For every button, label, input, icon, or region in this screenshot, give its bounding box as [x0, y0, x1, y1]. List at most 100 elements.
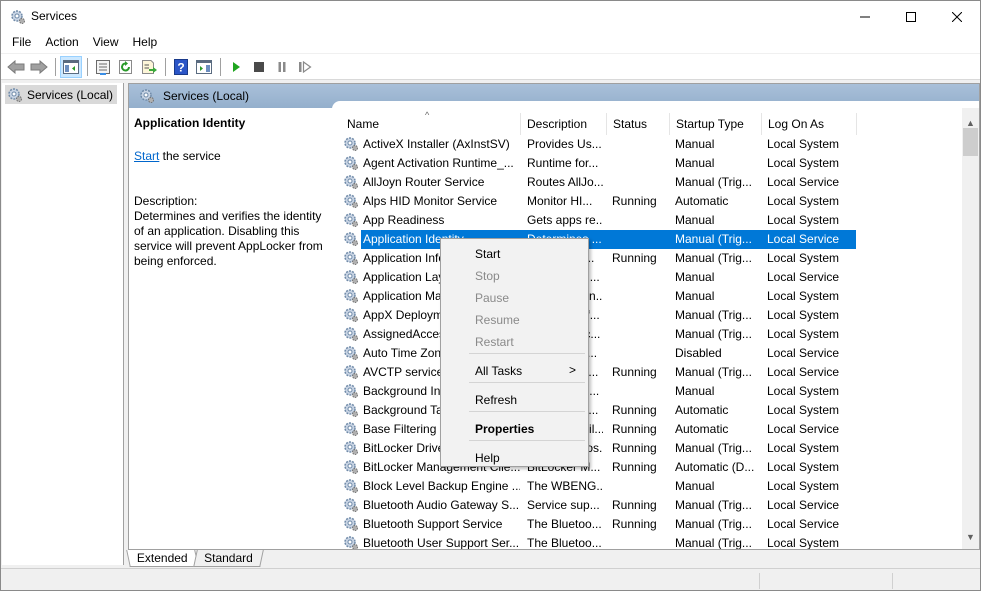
service-gear-icon	[343, 269, 359, 285]
service-status: Running	[612, 403, 657, 417]
column-header-log-on-as[interactable]: Log On As	[762, 113, 857, 135]
service-row[interactable]: BitLocker Drive Encryption ...BDESVC hos…	[335, 439, 961, 458]
pause-service-button[interactable]	[271, 56, 293, 78]
refresh-button[interactable]	[115, 56, 137, 78]
service-status: Running	[612, 441, 657, 455]
maximize-button[interactable]	[888, 1, 934, 32]
service-startup-type: Manual (Trig...	[675, 365, 752, 379]
column-header-startup-type[interactable]: Startup Type	[670, 113, 762, 135]
context-menu-item-pause[interactable]: Pause	[441, 287, 588, 308]
service-log-on-as: Local System	[767, 194, 840, 208]
service-description: Determines and verifies the identity of …	[134, 209, 323, 268]
back-button[interactable]	[5, 56, 27, 78]
service-action-line: Start the service	[134, 149, 329, 164]
service-log-on-as: Local System	[767, 327, 840, 341]
service-row[interactable]: Alps HID Monitor Service Monitor HI... Run…	[335, 192, 961, 211]
properties-button[interactable]	[92, 56, 114, 78]
service-startup-type: Manual (Trig...	[675, 327, 752, 341]
service-status: Running	[612, 365, 657, 379]
service-row[interactable]: BitLocker Management Clie... BitLocker M.…	[335, 458, 961, 477]
service-description: Gets apps re...	[527, 213, 603, 227]
context-menu-item-refresh[interactable]: Refresh	[441, 389, 588, 410]
context-menu-item-help[interactable]: Help	[441, 447, 588, 468]
tree-item-services-local[interactable]: Services (Local)	[5, 85, 118, 104]
stop-service-button[interactable]	[248, 56, 270, 78]
show-hide-console-tree-button[interactable]	[60, 55, 82, 78]
service-row[interactable]: Base Filtering EngineThe Base Fil...Runn…	[335, 420, 961, 439]
service-row[interactable]: Bluetooth Audio Gateway S... Service sup.…	[335, 496, 961, 515]
context-menu-separator	[469, 440, 585, 441]
help-icon: ?	[174, 58, 188, 75]
service-row[interactable]: AllJoyn Router Service Routes AllJo... Man…	[335, 173, 961, 192]
service-row[interactable]: Application InformationFacilitates ...Ru…	[335, 249, 961, 268]
menu-view[interactable]: View	[86, 32, 126, 53]
service-row[interactable]: ActiveX Installer (AxInstSV) Provides Us.…	[335, 135, 961, 154]
list-header: ^ Name Description Status Startup Type L…	[335, 110, 961, 135]
service-status: Running	[612, 194, 657, 208]
service-startup-type: Manual	[675, 137, 715, 151]
context-menu-item-stop[interactable]: Stop	[441, 265, 588, 286]
service-name: App Readiness	[363, 213, 445, 227]
scroll-down-icon[interactable]: ▼	[966, 532, 975, 542]
context-menu-label: Properties	[475, 422, 535, 436]
service-gear-icon	[343, 136, 359, 152]
service-log-on-as: Local Service	[767, 232, 840, 246]
service-row[interactable]: AppX Deployment Service (...Provides inf…	[335, 306, 961, 325]
minimize-button[interactable]	[842, 1, 888, 32]
export-list-button[interactable]	[138, 56, 160, 78]
tab-standard[interactable]: Standard	[192, 550, 264, 567]
context-menu-item-start[interactable]: Start	[441, 243, 588, 264]
tab-extended[interactable]: Extended	[126, 550, 199, 567]
menu-action[interactable]: Action	[38, 32, 85, 53]
column-header-description[interactable]: Description	[521, 113, 607, 135]
context-menu-label: Pause	[475, 291, 510, 305]
maximize-icon	[906, 11, 916, 22]
service-row[interactable]: Background Tasks Infrastr...Windows in..…	[335, 401, 961, 420]
vertical-scrollbar[interactable]: ▲ ▼	[962, 108, 979, 549]
services-window: Services File Action View Help ? Service…	[0, 0, 981, 591]
service-row-selected[interactable]: Application IdentityDetermines ...Manual…	[335, 230, 961, 249]
service-row[interactable]: App Readiness Gets apps re... Manual Local …	[335, 211, 961, 230]
help-button[interactable]: ?	[170, 56, 192, 78]
service-startup-type: Automatic	[675, 403, 729, 417]
scrollbar-thumb[interactable]	[963, 128, 978, 156]
start-service-link[interactable]: Start	[134, 149, 159, 163]
service-gear-icon	[343, 516, 359, 532]
service-gear-icon	[343, 326, 359, 342]
context-menu-label: All Tasks	[475, 364, 523, 378]
tab-label: Extended	[136, 551, 188, 565]
service-description: Runtime for...	[527, 156, 599, 170]
scroll-up-icon[interactable]: ▲	[966, 118, 975, 128]
context-menu-item-resume[interactable]: Resume	[441, 309, 588, 330]
menu-file[interactable]: File	[5, 32, 38, 53]
restart-service-button[interactable]	[294, 56, 316, 78]
service-name: Alps HID Monitor Service	[363, 194, 498, 208]
service-row[interactable]: Agent Activation Runtime_... Runtime for.…	[335, 154, 961, 173]
service-gear-icon	[343, 307, 359, 323]
forward-button[interactable]	[28, 56, 50, 78]
context-menu-item-restart[interactable]: Restart	[441, 331, 588, 352]
service-row[interactable]: Auto Time Zone UpdaterAutomatica...Disab…	[335, 344, 961, 363]
context-menu-item-properties[interactable]: Properties	[441, 418, 588, 439]
service-startup-type: Manual	[675, 213, 715, 227]
service-name: AllJoyn Router Service	[363, 175, 485, 189]
column-header-name[interactable]: Name	[341, 113, 521, 135]
service-row[interactable]: Application ManagementProcesses in...Man…	[335, 287, 961, 306]
service-row[interactable]: Bluetooth User Support Ser... The Bluetoo…	[335, 534, 961, 549]
close-button[interactable]	[934, 1, 980, 32]
context-menu-item-all-tasks[interactable]: All Tasks >	[441, 360, 588, 381]
service-row[interactable]: Application Layer Gateway...Provides su.…	[335, 268, 961, 287]
column-header-status[interactable]: Status	[607, 113, 670, 135]
service-log-on-as: Local System	[767, 308, 840, 322]
service-row[interactable]: AVCTP serviceThis is Audi...RunningManua…	[335, 363, 961, 382]
service-row[interactable]: Background Intelligent Tra...Transfers f…	[335, 382, 961, 401]
show-hide-action-pane-button[interactable]	[193, 56, 215, 78]
service-row[interactable]: AssignedAccessManager Se...AssignedAc...…	[335, 325, 961, 344]
context-menu-label: Refresh	[475, 393, 518, 407]
service-startup-type: Manual	[675, 479, 715, 493]
service-row[interactable]: Block Level Backup Engine ... The WBENG..…	[335, 477, 961, 496]
start-service-button[interactable]	[225, 56, 247, 78]
menu-help[interactable]: Help	[126, 32, 165, 53]
service-row[interactable]: Bluetooth Support Service The Bluetoo... R…	[335, 515, 961, 534]
service-log-on-as: Local Service	[767, 346, 840, 360]
